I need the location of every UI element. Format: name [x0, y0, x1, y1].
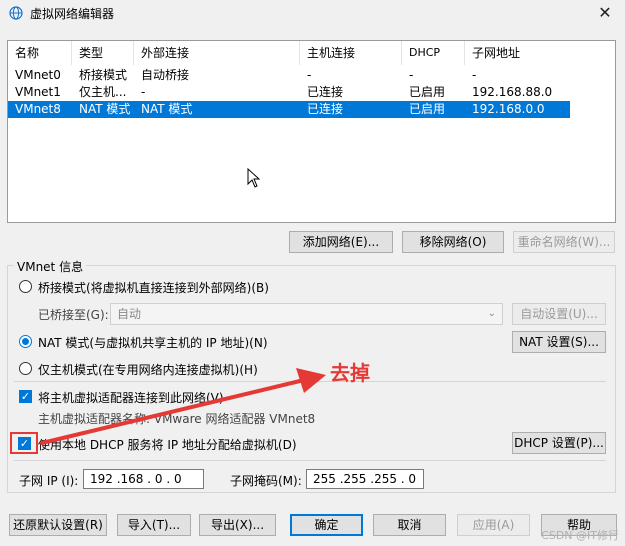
bridge-radio[interactable] [19, 280, 32, 293]
table-row[interactable]: VMnet1 仅主机... - 已连接 已启用 192.168.88.0 [8, 84, 570, 101]
annotation-highlight-box [10, 432, 38, 454]
list-header: 名称 类型 外部连接 主机连接 DHCP 子网地址 [8, 41, 570, 65]
subnet-ip-label: 子网 IP (I): [19, 474, 79, 488]
header-dhcp[interactable]: DHCP [402, 41, 465, 65]
cell-type: 仅主机... [79, 85, 127, 99]
cancel-button[interactable]: 取消 [373, 514, 446, 536]
bridge-radio-label[interactable]: 桥接模式(将虚拟机直接连接到外部网络)(B) [38, 279, 269, 296]
cell-host: - [307, 68, 312, 82]
vmnet-info-group [7, 265, 616, 493]
adapter-name-label: 主机虚拟适配器名称: VMware 网络适配器 VMnet8 [38, 412, 316, 426]
cell-dhcp: - [409, 68, 414, 82]
cell-type: NAT 模式 [79, 102, 131, 116]
auto-settings-button[interactable]: 自动设置(U)... [512, 303, 606, 325]
table-row[interactable]: VMnet0 桥接模式 自动桥接 - - - [8, 67, 570, 84]
annotation-text: 去掉 [330, 361, 370, 385]
cell-external: - [141, 85, 146, 99]
hostonly-radio-label[interactable]: 仅主机模式(在专用网络内连接虚拟机)(H) [38, 361, 258, 378]
close-button[interactable]: ✕ [585, 0, 625, 26]
separator [14, 460, 606, 461]
header-subnet[interactable]: 子网地址 [465, 41, 570, 65]
nat-radio[interactable] [19, 335, 32, 348]
cell-external: NAT 模式 [141, 102, 193, 116]
cell-name: VMnet8 [15, 102, 61, 116]
restore-defaults-button[interactable]: 还原默认设置(R) [9, 514, 107, 536]
network-list[interactable]: 名称 类型 外部连接 主机连接 DHCP 子网地址 VMnet0 桥接模式 自动… [7, 40, 616, 223]
cell-subnet: 192.168.0.0 [472, 102, 545, 116]
group-label: VMnet 信息 [14, 258, 87, 275]
cell-type: 桥接模式 [79, 68, 128, 82]
remove-network-button[interactable]: 移除网络(O) [402, 231, 504, 253]
table-row-selected[interactable]: VMnet8 NAT 模式 NAT 模式 已连接 已启用 192.168.0.0 [8, 101, 570, 118]
watermark: CSDN @IT修行 [541, 529, 619, 542]
import-button[interactable]: 导入(T)... [117, 514, 191, 536]
bridged-to-select[interactable]: 自动 ⌄ [110, 303, 503, 325]
header-external[interactable]: 外部连接 [134, 41, 300, 65]
nat-radio-label[interactable]: NAT 模式(与虚拟机共享主机的 IP 地址)(N) [38, 334, 268, 351]
nat-settings-button[interactable]: NAT 设置(S)... [512, 331, 606, 353]
header-type[interactable]: 类型 [72, 41, 134, 65]
add-network-button[interactable]: 添加网络(E)... [289, 231, 393, 253]
cell-dhcp: 已启用 [409, 85, 446, 99]
subnet-ip-input[interactable]: 192 .168 . 0 . 0 [83, 469, 204, 489]
dhcp-settings-button[interactable]: DHCP 设置(P)... [512, 432, 606, 454]
mouse-cursor-icon [247, 168, 261, 188]
cell-subnet: - [472, 68, 477, 82]
separator [14, 381, 606, 382]
export-button[interactable]: 导出(X)... [199, 514, 276, 536]
title-bar: 虚拟网络编辑器 ✕ [0, 0, 625, 26]
bridged-to-value: 自动 [117, 307, 142, 321]
subnet-mask-label: 子网掩码(M): [230, 474, 302, 488]
cell-dhcp: 已启用 [409, 102, 446, 116]
cell-name: VMnet0 [15, 68, 61, 82]
cell-name: VMnet1 [15, 85, 61, 99]
bridged-to-label: 已桥接至(G): [38, 308, 109, 322]
use-dhcp-label[interactable]: 使用本地 DHCP 服务将 IP 地址分配给虚拟机(D) [38, 436, 297, 453]
cell-subnet: 192.168.88.0 [472, 85, 553, 99]
cell-host: 已连接 [307, 85, 344, 99]
cell-host: 已连接 [307, 102, 344, 116]
ok-button[interactable]: 确定 [290, 514, 363, 536]
header-host[interactable]: 主机连接 [300, 41, 402, 65]
apply-button[interactable]: 应用(A) [457, 514, 530, 536]
header-name[interactable]: 名称 [8, 41, 72, 65]
window-title: 虚拟网络编辑器 [30, 7, 115, 21]
cell-external: 自动桥接 [141, 68, 190, 82]
chevron-down-icon: ⌄ [487, 308, 496, 319]
connect-adapter-checkbox[interactable]: ✓ [19, 390, 32, 403]
subnet-mask-input[interactable]: 255 .255 .255 . 0 [306, 469, 424, 489]
network-globe-icon [9, 6, 23, 20]
connect-adapter-label[interactable]: 将主机虚拟适配器连接到此网络(V) [38, 389, 224, 406]
hostonly-radio[interactable] [19, 362, 32, 375]
rename-network-button[interactable]: 重命名网络(W)... [513, 231, 615, 253]
